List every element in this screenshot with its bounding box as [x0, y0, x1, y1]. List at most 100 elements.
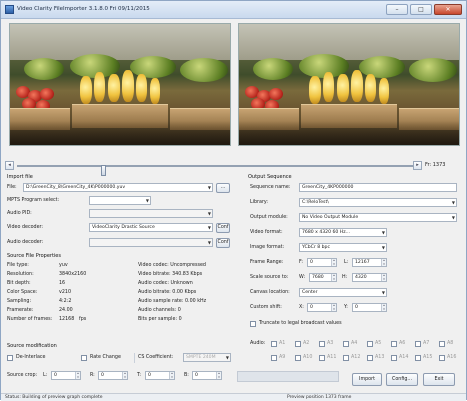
audio-a3-checkbox[interactable]: [319, 341, 325, 347]
progress-area: [237, 371, 339, 382]
mpts-combo[interactable]: ▼: [89, 196, 151, 205]
output-module-value: No Video Output Module: [302, 215, 359, 220]
video-decoder-combo[interactable]: VideoClarity Drastic Source ▼: [89, 223, 213, 232]
crop-t-spinner[interactable]: 0 ▴ ▾: [145, 371, 175, 380]
crop-value: 0: [101, 373, 104, 378]
audio-pid-label: Audio PID:: [7, 211, 32, 216]
output-module-combo[interactable]: No Video Output Module ▼: [299, 213, 457, 222]
property-value: 3840x2160: [59, 272, 87, 277]
video-decoder-conf-button[interactable]: Conf: [216, 223, 230, 233]
deinterlace-checkbox[interactable]: [7, 355, 13, 361]
seek-track[interactable]: [17, 165, 417, 176]
cs-coefficient-combo[interactable]: SMPTE 240M ▼: [183, 353, 231, 362]
frame-last-spinner[interactable]: 12167 ▴ ▾: [352, 258, 387, 267]
frame-first-spinner[interactable]: 0 ▴ ▾: [307, 258, 337, 267]
file-path-combo[interactable]: D:\GreenCity_8\GreenCity_4K\P000000.yuv ▼: [23, 183, 213, 192]
canvas-location-label: Canvas location:: [250, 290, 290, 295]
maximize-button[interactable]: □: [410, 4, 432, 15]
crop-b-spinner[interactable]: 0 ▴ ▾: [192, 371, 222, 380]
audio-a10-checkbox[interactable]: [295, 355, 301, 361]
chevron-down-icon: ▼: [207, 211, 211, 216]
seek-thumb[interactable]: [101, 165, 106, 176]
audio-a5-checkbox[interactable]: [367, 341, 373, 347]
browse-button[interactable]: ...: [216, 183, 230, 193]
audio-decoder-conf-button[interactable]: Conf: [216, 238, 230, 248]
canvas-location-combo[interactable]: Center ▼: [299, 288, 387, 297]
property-item: Audio bitrate: 0.00 Kbps: [138, 290, 197, 295]
spinner-arrows-icon[interactable]: ▴ ▾: [381, 258, 386, 266]
image-format-combo[interactable]: YCbCr 8 bpc ▼: [299, 243, 387, 252]
chevron-down-icon: ▼: [225, 355, 229, 360]
library-label: Library:: [250, 200, 269, 205]
property-item: Audio channels: 0: [138, 308, 181, 313]
config-button[interactable]: Config...: [386, 373, 418, 386]
scale-height-spinner[interactable]: 4320 ▴ ▾: [352, 273, 387, 282]
close-button[interactable]: ✕: [434, 4, 462, 15]
property-value: 16: [59, 281, 66, 286]
scale-width-label: W:: [299, 275, 306, 280]
preview-position-text: Preview position 1373 frame: [287, 395, 352, 400]
audio-a16-label: A16: [447, 355, 457, 360]
chevron-down-icon: ▼: [207, 225, 211, 230]
audio-pid-combo[interactable]: ▼: [89, 209, 213, 218]
audio-a9-checkbox[interactable]: [271, 355, 277, 361]
audio-decoder-label: Audio decoder:: [7, 240, 44, 245]
crop-l-label: L:: [43, 373, 48, 378]
scale-height-value: 4320: [355, 275, 367, 280]
frame-first-label: F:: [299, 260, 304, 265]
exit-button[interactable]: Exit: [423, 373, 455, 386]
window-title: Video Clarity FileImporter 3.1.8.0 Fri 0…: [17, 6, 150, 12]
audio-a12-checkbox[interactable]: [343, 355, 349, 361]
library-combo[interactable]: C:\ReloTest\ ▼: [299, 198, 457, 207]
property-value: 4:2:2: [59, 299, 72, 304]
shift-y-spinner[interactable]: 0 ▴ ▾: [352, 303, 387, 312]
video-format-label: Video format:: [250, 230, 283, 235]
spinner-arrows-icon[interactable]: ▴ ▾: [331, 273, 336, 281]
spinner-arrows-icon[interactable]: ▴ ▾: [169, 371, 174, 379]
rate-change-checkbox[interactable]: [81, 355, 87, 361]
spinner-arrows-icon[interactable]: ▴ ▾: [75, 371, 80, 379]
audio-a16-checkbox[interactable]: [439, 355, 445, 361]
video-decoder-label: Video decoder:: [7, 225, 44, 230]
custom-shift-label: Custom shift:: [250, 305, 282, 310]
spinner-arrows-icon[interactable]: ▴ ▾: [122, 371, 127, 379]
frame-range-label: Frame Range:: [250, 260, 284, 265]
video-format-combo[interactable]: 7680 x 4320 60 Hz... ▼: [299, 228, 387, 237]
spinner-arrows-icon[interactable]: ▴ ▾: [381, 303, 386, 311]
audio-a8-label: A8: [447, 341, 454, 346]
audio-a7-checkbox[interactable]: [415, 341, 421, 347]
seek-forward-button[interactable]: ▸: [413, 161, 422, 170]
spinner-arrows-icon[interactable]: ▴ ▾: [381, 273, 386, 281]
audio-a15-checkbox[interactable]: [415, 355, 421, 361]
truncate-checkbox[interactable]: [250, 321, 256, 327]
import-button[interactable]: Import: [352, 373, 382, 386]
audio-a13-checkbox[interactable]: [367, 355, 373, 361]
audio-a8-checkbox[interactable]: [439, 341, 445, 347]
audio-a14-checkbox[interactable]: [391, 355, 397, 361]
audio-decoder-combo[interactable]: ▼: [89, 238, 213, 247]
seek-back-button[interactable]: ◂: [5, 161, 14, 170]
spinner-arrows-icon[interactable]: ▴ ▾: [216, 371, 221, 379]
truncate-label: Truncate to legal broadcast values: [259, 321, 342, 326]
audio-a12-label: A12: [351, 355, 361, 360]
scale-width-spinner[interactable]: 7680 ▴ ▾: [309, 273, 337, 282]
shift-x-spinner[interactable]: 0 ▴ ▾: [307, 303, 337, 312]
audio-a6-checkbox[interactable]: [391, 341, 397, 347]
minimize-button[interactable]: –: [386, 4, 408, 15]
crop-l-spinner[interactable]: 0 ▴ ▾: [51, 371, 81, 380]
crop-r-label: R:: [90, 373, 95, 378]
audio-a2-checkbox[interactable]: [295, 341, 301, 347]
audio-a11-checkbox[interactable]: [319, 355, 325, 361]
property-value: yuv: [59, 263, 68, 268]
source-properties-header: Source File Properties: [7, 253, 61, 259]
sequence-name-label: Sequence name:: [250, 185, 291, 190]
sequence-name-input[interactable]: GreenCity_4KP000000: [299, 183, 457, 192]
property-value: v210: [59, 290, 71, 295]
spinner-arrows-icon[interactable]: ▴ ▾: [331, 258, 336, 266]
crop-r-spinner[interactable]: 0 ▴ ▾: [98, 371, 128, 380]
audio-a6-label: A6: [399, 341, 406, 346]
audio-a4-checkbox[interactable]: [343, 341, 349, 347]
spinner-arrows-icon[interactable]: ▴ ▾: [331, 303, 336, 311]
audio-a1-label: A1: [279, 341, 286, 346]
audio-a1-checkbox[interactable]: [271, 341, 277, 347]
